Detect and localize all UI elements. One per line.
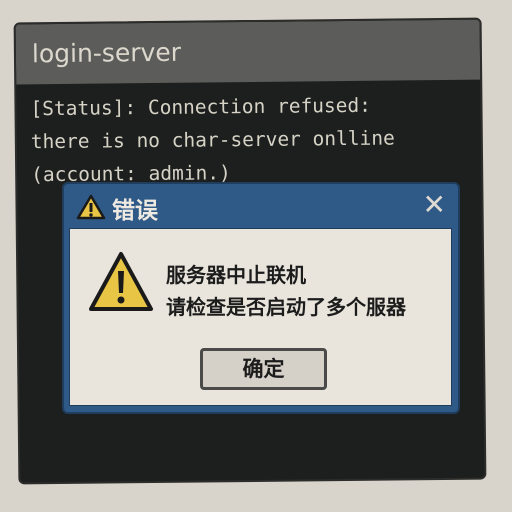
dialog-title: 错误 [112, 198, 158, 224]
warning-icon [88, 251, 154, 317]
terminal-line: [Status]: Connection refused: [30, 93, 372, 121]
ok-button[interactable]: 确定 [200, 348, 327, 390]
dialog-title-bar[interactable]: 错误 ✕ [64, 184, 458, 228]
warning-icon [76, 194, 106, 224]
dialog-content: 服务器中止联机 请检查是否启动了多个服器 确定 [69, 228, 452, 406]
error-message-title: 服务器中止联机 [166, 263, 306, 287]
error-dialog: 错误 ✕ 服务器中止联机 请检查是否启动了多个服器 确定 [62, 182, 460, 414]
close-icon[interactable]: ✕ [423, 188, 446, 221]
terminal-title: login-server [15, 19, 481, 85]
terminal-line: there is no char-server onlline [30, 126, 395, 154]
error-message-detail: 请检查是否启动了多个服器 [166, 295, 406, 319]
